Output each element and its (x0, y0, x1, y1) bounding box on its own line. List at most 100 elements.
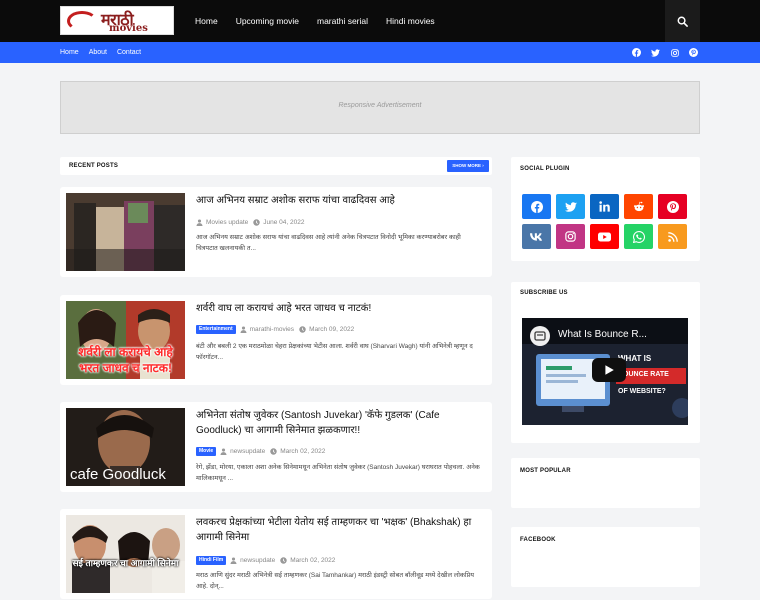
nav-home[interactable]: Home (186, 0, 227, 42)
twitter-icon[interactable] (646, 42, 665, 63)
main-nav: Home Upcoming movie marathi serial Hindi… (186, 0, 444, 42)
subscribe-title: SUBSCRIBE US (520, 290, 568, 296)
clock-icon (299, 325, 306, 333)
post-thumbnail[interactable]: सई ताम्हणकर चा आगामी सिनेमा (66, 515, 185, 593)
post-author-name: newsupdate (230, 447, 266, 455)
post-meta: Entertainment marathi-movies March 09, 2… (196, 324, 359, 334)
instagram-button[interactable] (556, 224, 585, 249)
user-icon (240, 325, 247, 333)
subnav-about[interactable]: About (84, 42, 112, 63)
search-icon (677, 16, 688, 27)
advertisement-banner[interactable]: Responsive Advertisement (60, 81, 700, 134)
user-icon (196, 218, 203, 226)
post-title[interactable]: शर्वरी वाघ ला करायचं आहे भरत जाधव च नाटक… (196, 301, 484, 316)
secondary-nav-bar: Home About Contact (0, 42, 760, 63)
play-icon (605, 365, 614, 375)
rss-icon (667, 231, 678, 242)
video-overlay-line: OF WEBSITE? (618, 388, 666, 395)
post-date-text: March 09, 2022 (309, 325, 355, 333)
clock-icon (270, 447, 277, 455)
post-title[interactable]: अभिनेता संतोष जुवेकर (Santosh Juvekar) '… (196, 408, 484, 438)
nav-upcoming-movie[interactable]: Upcoming movie (227, 0, 308, 42)
post-author[interactable]: marathi-movies (240, 326, 294, 333)
post-snippet: मराठ आणि सुंदर मराठी अभिनेत्री सई ताम्हण… (196, 572, 475, 590)
whatsapp-button[interactable] (624, 224, 653, 249)
social-buttons-grid (522, 194, 690, 249)
post-date: March 09, 2022 (299, 326, 354, 333)
nav-marathi-serial[interactable]: marathi serial (308, 0, 377, 42)
twitter-button[interactable] (556, 194, 585, 219)
post-author[interactable]: newsupdate (230, 557, 275, 564)
top-header: मराठी movies Home Upcoming movie marathi… (0, 0, 760, 42)
post-category-tag[interactable]: Hindi Film (196, 555, 227, 565)
rss-button[interactable] (658, 224, 687, 249)
thumbnail-caption-line: भरत जाधव च नाटक! (79, 361, 172, 375)
post-meta: Movie newsupdate March 02, 2022 (196, 446, 330, 456)
reddit-button[interactable] (624, 194, 653, 219)
reddit-icon (633, 201, 644, 212)
thumbnail-photo (66, 515, 185, 593)
post-author-name: Movies update (206, 218, 249, 226)
post-title[interactable]: लवकरच प्रेक्षकांच्या भेटीला येतोय सई ताम… (196, 515, 484, 545)
post-thumbnail[interactable] (66, 193, 185, 271)
pinterest-icon (666, 200, 679, 213)
facebook-icon (530, 200, 543, 213)
user-icon (220, 447, 227, 455)
recent-posts-header: RECENT POSTS (60, 157, 492, 175)
post-snippet: बंटी और बबली 2 एक मराठमोळा चेहरा प्रेक्ष… (196, 343, 473, 361)
facebook-button[interactable] (522, 194, 551, 219)
secondary-nav: Home About Contact (55, 42, 146, 63)
search-button[interactable] (665, 0, 700, 42)
pinterest-button[interactable] (658, 194, 687, 219)
facebook-widget-title: FACEBOOK (520, 537, 556, 543)
recent-posts-title: RECENT POSTS (69, 163, 119, 169)
post-author[interactable]: newsupdate (220, 448, 265, 455)
video-play-button[interactable] (592, 358, 626, 382)
ad-label: Responsive Advertisement (338, 102, 422, 109)
embedded-video[interactable]: What Is Bounce R... WHAT IS BOUNCE RATE … (522, 318, 688, 425)
youtube-button[interactable] (590, 224, 619, 249)
video-channel-avatar[interactable] (530, 326, 550, 346)
most-popular-widget: MOST POPULAR (511, 458, 700, 508)
site-logo[interactable]: मराठी movies (60, 6, 174, 35)
channel-logo-icon (534, 331, 546, 341)
post-author[interactable]: Movies update (196, 219, 248, 226)
nav-hindi-movies[interactable]: Hindi movies (377, 0, 444, 42)
pinterest-icon[interactable] (684, 42, 703, 63)
clock-icon (280, 556, 287, 564)
post-date-text: March 02, 2022 (280, 447, 326, 455)
post-title[interactable]: आज अभिनय सम्राट अशोक सराफ यांचा वाढदिवस … (196, 193, 484, 208)
youtube-icon (598, 232, 611, 241)
logo-word: movies (109, 23, 148, 34)
vk-button[interactable] (522, 224, 551, 249)
post-date-text: June 04, 2022 (263, 218, 305, 226)
instagram-icon[interactable] (665, 42, 684, 63)
facebook-icon[interactable] (627, 42, 646, 63)
linkedin-button[interactable] (590, 194, 619, 219)
post-date-text: March 02, 2022 (290, 556, 336, 564)
social-plugin-title: SOCIAL PLUGIN (520, 166, 570, 172)
post-thumbnail[interactable]: शर्वरी ला करायचे आहे भरत जाधव च नाटक! (66, 301, 185, 379)
post-category-tag[interactable]: Entertainment (196, 324, 236, 334)
post-category-tag[interactable]: Movie (196, 446, 217, 456)
whatsapp-icon (632, 230, 645, 243)
thumbnail-caption-line: cafe Goodluck (70, 466, 166, 483)
subnav-home[interactable]: Home (55, 42, 84, 63)
post-meta: Hindi Film newsupdate March 02, 2022 (196, 555, 340, 565)
vk-icon (530, 232, 542, 241)
post-card[interactable]: आज अभिनय सम्राट अशोक सराफ यांचा वाढदिवस … (60, 187, 492, 277)
post-thumbnail[interactable]: cafe Goodluck (66, 408, 185, 486)
post-card[interactable]: सई ताम्हणकर चा आगामी सिनेमा लवकरच प्रेक्… (60, 509, 492, 599)
post-author-name: marathi-movies (249, 325, 295, 333)
post-date: March 02, 2022 (280, 557, 335, 564)
post-snippet: रेगे, झेंडा, मोरया, एकाला अशा अनेक सिनेम… (196, 464, 480, 482)
header-social-links (627, 42, 703, 63)
post-card[interactable]: cafe Goodluck अभिनेता संतोष जुवेकर (Sant… (60, 402, 492, 492)
post-date: March 02, 2022 (270, 448, 325, 455)
show-more-button[interactable]: SHOW MORE › (447, 160, 489, 172)
video-title[interactable]: What Is Bounce R... (558, 329, 647, 340)
facebook-widget: FACEBOOK (511, 527, 700, 587)
post-card[interactable]: शर्वरी ला करायचे आहे भरत जाधव च नाटक! शर… (60, 295, 492, 385)
subnav-contact[interactable]: Contact (112, 42, 146, 63)
most-popular-title: MOST POPULAR (520, 468, 571, 474)
